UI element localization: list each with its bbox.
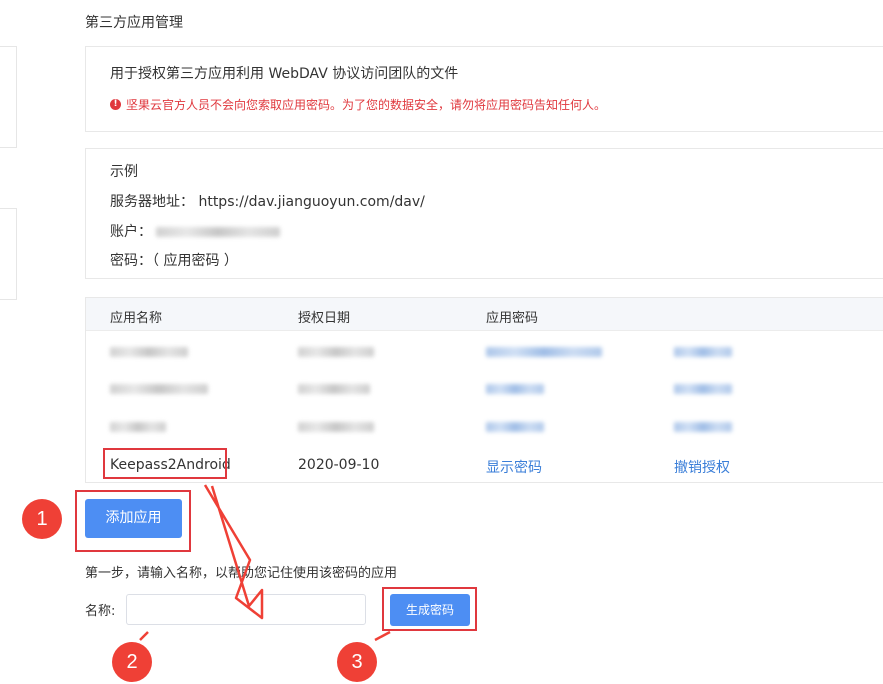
redacted-app-name (110, 384, 208, 394)
redacted-app-name (110, 422, 166, 432)
redacted-password-link[interactable] (486, 422, 544, 432)
redacted-revoke-link[interactable] (674, 384, 732, 394)
example-title: 示例 (110, 164, 138, 180)
generate-password-button[interactable]: 生成密码 (390, 594, 470, 626)
redacted-password-link[interactable] (486, 347, 602, 357)
left-panel-card (0, 208, 17, 300)
section-title: 第三方应用管理 (85, 15, 183, 31)
table-row (86, 369, 883, 406)
auth-date: 2020-09-10 (298, 457, 380, 473)
table-header: 应用名称 授权日期 应用密码 (86, 298, 883, 331)
table-row (86, 407, 883, 444)
redacted-app-name (110, 347, 188, 357)
redacted-date (298, 347, 374, 357)
show-password-link[interactable]: 显示密码 (486, 457, 542, 477)
name-label: 名称: (85, 604, 116, 619)
redacted-date (298, 422, 374, 432)
warning-text: 坚果云官方人员不会向您索取应用密码。为了您的数据安全，请勿将应用密码告知任何人。 (126, 98, 607, 112)
server-address-label: 服务器地址： (110, 194, 194, 210)
info-card: 用于授权第三方应用利用 WebDAV 协议访问团队的文件 ! 坚果云官方人员不会… (85, 46, 883, 132)
step-badge-3: 3 (337, 642, 377, 682)
server-address-url: https://dav.jianguoyun.com/dav/ (198, 194, 425, 210)
step-badge-1: 1 (22, 499, 62, 539)
server-address-line: 服务器地址： https://dav.jianguoyun.com/dav/ (110, 191, 425, 211)
warning-message: ! 坚果云官方人员不会向您索取应用密码。为了您的数据安全，请勿将应用密码告知任何… (110, 96, 606, 113)
app-name-input[interactable] (126, 594, 366, 625)
table-row (86, 332, 883, 369)
header-app-name: 应用名称 (110, 311, 163, 326)
redacted-revoke-link[interactable] (674, 347, 732, 357)
revoke-authorization-link[interactable]: 撤销授权 (674, 457, 730, 477)
redacted-revoke-link[interactable] (674, 422, 732, 432)
highlight-app-name (103, 448, 227, 479)
header-auth-date: 授权日期 (298, 311, 351, 326)
account-value-redacted (156, 227, 281, 237)
info-description: 用于授权第三方应用利用 WebDAV 协议访问团队的文件 (110, 66, 459, 82)
add-app-button[interactable]: 添加应用 (85, 499, 182, 538)
example-card: 示例 服务器地址： https://dav.jianguoyun.com/dav… (85, 148, 883, 279)
password-line: 密码：（ 应用密码 ） (110, 253, 238, 269)
redacted-password-link[interactable] (486, 384, 544, 394)
redacted-date (298, 384, 370, 394)
left-panel-card (0, 46, 17, 148)
header-app-password: 应用密码 (486, 311, 539, 326)
step-badge-2: 2 (112, 642, 152, 682)
account-line: 账户： (110, 221, 281, 241)
account-label: 账户： (110, 224, 152, 240)
step-instruction: 第一步，请输入名称，以帮助您记住使用该密码的应用 (85, 566, 398, 581)
pointer-tail-3 (374, 630, 391, 642)
alert-icon: ! (110, 99, 121, 110)
pointer-tail-2 (139, 631, 149, 641)
